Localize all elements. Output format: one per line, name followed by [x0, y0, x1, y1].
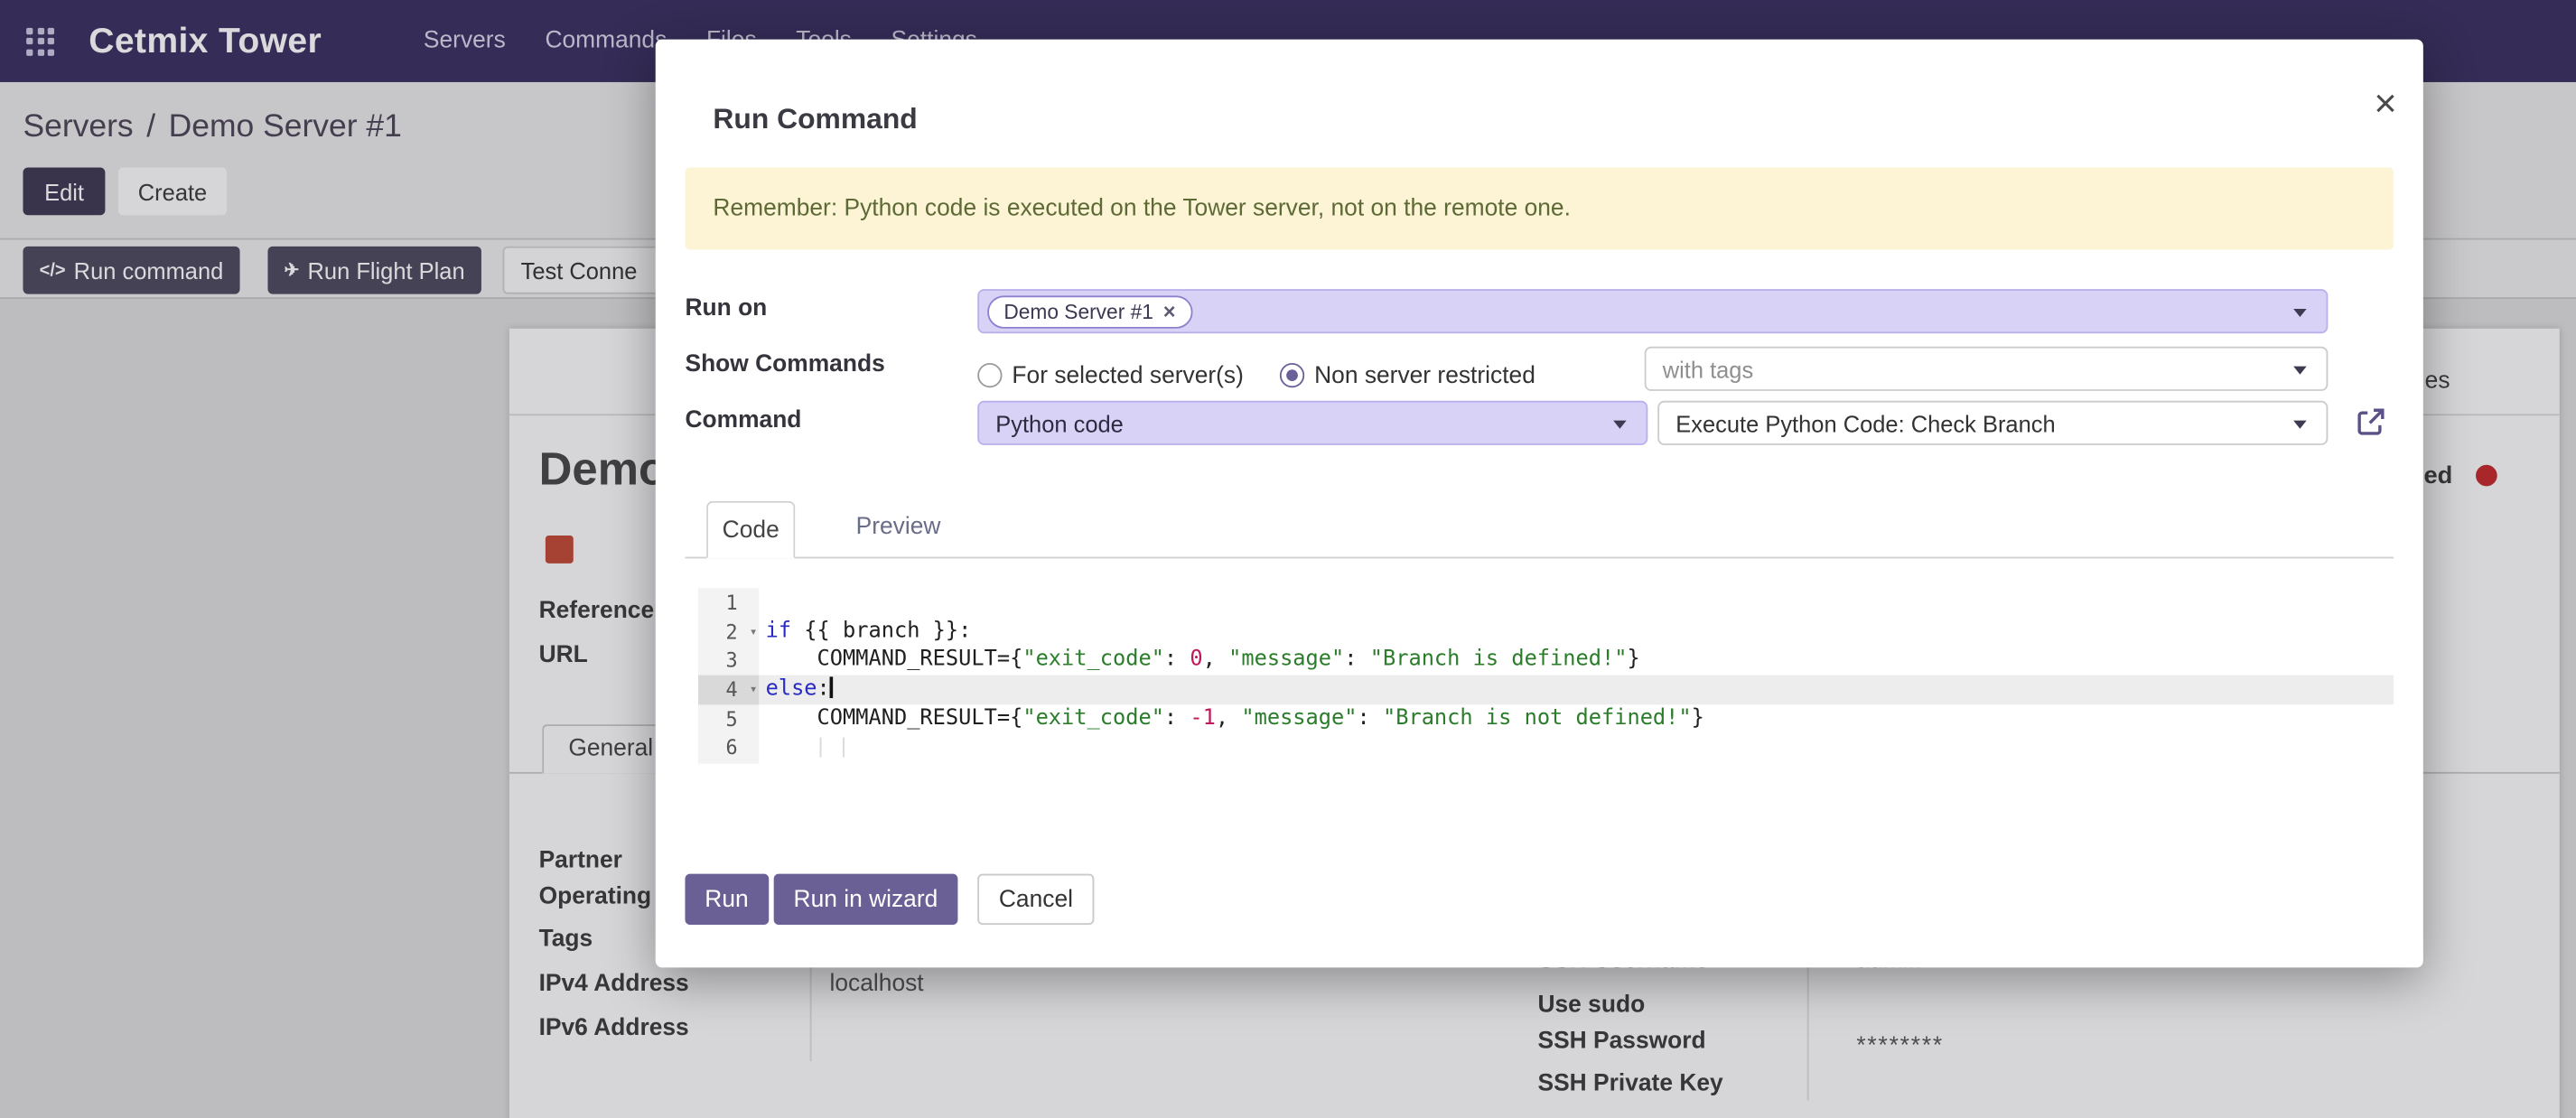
line-number[interactable]: 6	[698, 733, 759, 762]
code-line[interactable]: else:	[759, 675, 2394, 704]
radio-for-selected-servers-label[interactable]: For selected server(s)	[1012, 363, 1243, 389]
radio-non-server-restricted-label[interactable]: Non server restricted	[1314, 363, 1535, 389]
line-number[interactable]: 5	[698, 704, 759, 733]
command-type-select[interactable]: Python code	[977, 401, 1647, 445]
tab-code[interactable]: Code	[706, 501, 795, 559]
close-icon[interactable]: ×	[2374, 86, 2396, 126]
cancel-button[interactable]: Cancel	[977, 874, 1094, 925]
run-button[interactable]: Run	[685, 874, 768, 925]
code-line[interactable]: if {{ branch }}:	[759, 617, 2394, 646]
run-command-dialog: Run Command × Remember: Python code is e…	[656, 40, 2423, 968]
run-in-wizard-button[interactable]: Run in wizard	[774, 874, 957, 925]
line-number[interactable]: 1	[698, 588, 759, 617]
code-line[interactable]: COMMAND_RESULT={"exit_code": 0, "message…	[759, 647, 2394, 675]
command-value: Execute Python Code: Check Branch	[1675, 410, 2055, 436]
code-gutter: 12▾34▾56	[698, 588, 759, 764]
chevron-down-icon[interactable]	[2293, 309, 2307, 317]
indent-guide	[820, 738, 822, 758]
text-cursor	[830, 676, 833, 698]
dialog-title: Run Command	[713, 102, 917, 136]
screen: Cetmix Tower Servers Commands Files Tool…	[0, 0, 2576, 1118]
tab-preview[interactable]: Preview	[856, 514, 941, 540]
tag-remove-icon[interactable]: ×	[1163, 301, 1176, 322]
fold-icon[interactable]: ▾	[750, 624, 758, 638]
command-select[interactable]: Execute Python Code: Check Branch	[1657, 401, 2328, 445]
server-tag-label: Demo Server #1	[1003, 300, 1153, 322]
radio-non-server-restricted[interactable]	[1280, 363, 1304, 387]
code-editor[interactable]: 12▾34▾56 if {{ branch }}: COMMAND_RESULT…	[698, 588, 2394, 764]
code-lines[interactable]: if {{ branch }}: COMMAND_RESULT={"exit_c…	[759, 588, 2394, 764]
python-warning-alert: Remember: Python code is executed on the…	[685, 168, 2394, 250]
code-line[interactable]: COMMAND_RESULT={"exit_code": -1, "messag…	[759, 704, 2394, 733]
command-label: Command	[685, 407, 801, 433]
line-number[interactable]: 4▾	[698, 675, 759, 704]
indent-guide	[843, 738, 845, 758]
tabs-divider	[685, 557, 2394, 559]
fold-icon[interactable]: ▾	[750, 682, 758, 696]
code-line[interactable]	[759, 588, 2394, 617]
show-commands-label: Show Commands	[685, 351, 884, 377]
chevron-down-icon[interactable]	[2293, 421, 2307, 429]
code-line[interactable]	[759, 733, 2394, 762]
command-type-value: Python code	[995, 410, 1124, 436]
chevron-down-icon[interactable]	[2293, 367, 2307, 375]
with-tags-select[interactable]: with tags	[1645, 347, 2329, 391]
radio-for-selected-servers[interactable]	[977, 363, 1002, 387]
server-tag[interactable]: Demo Server #1 ×	[987, 294, 1192, 327]
run-on-field[interactable]: Demo Server #1 ×	[977, 289, 2328, 333]
external-link-icon[interactable]	[2354, 405, 2386, 438]
line-number[interactable]: 2▾	[698, 617, 759, 646]
with-tags-placeholder: with tags	[1663, 356, 1753, 382]
run-on-label: Run on	[685, 295, 767, 321]
chevron-down-icon[interactable]	[1613, 421, 1627, 429]
line-number[interactable]: 3	[698, 647, 759, 675]
